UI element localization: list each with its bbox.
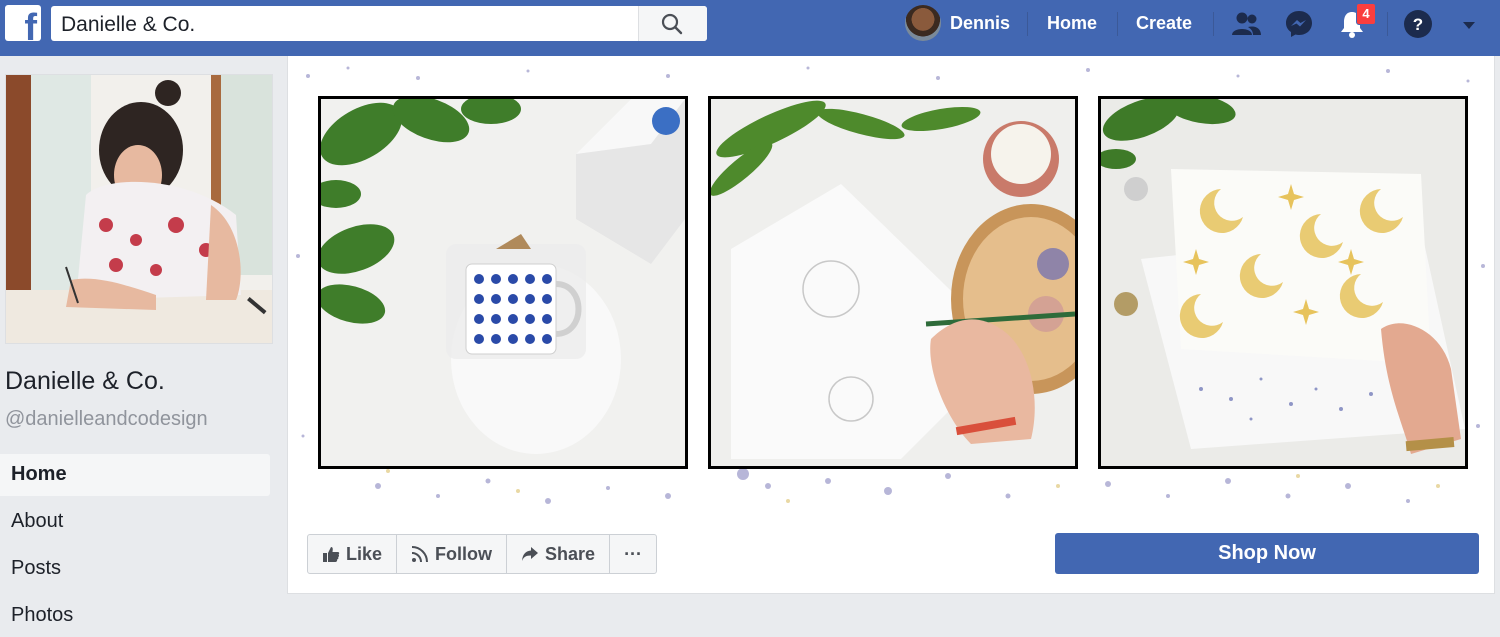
sidebar-item-posts[interactable]: Posts [0,548,270,590]
like-label: Like [346,543,383,564]
facebook-logo-icon[interactable]: f [5,5,41,47]
like-button[interactable]: Like [308,535,398,573]
share-label: Share [545,543,596,564]
profile-picture[interactable] [5,74,273,344]
sidebar-item-label: About [11,510,64,532]
share-button[interactable]: Share [507,535,611,573]
divider [1213,12,1214,36]
rss-follow-icon [411,546,429,563]
search-input[interactable]: Danielle & Co. [61,13,195,37]
sidebar-item-home[interactable]: Home [0,454,270,496]
page-username[interactable]: @danielleandcodesign [5,408,208,431]
search-bar[interactable]: Danielle & Co. [51,6,707,41]
sidebar-item-about[interactable]: About [0,501,270,543]
page-actions-bar: Like Follow Share ··· Shop Now [288,516,1494,593]
action-button-group: Like Follow Share ··· [307,534,658,574]
cover-photo[interactable] [288,56,1494,516]
cover-image-mug [318,96,688,469]
sidebar-item-label: Photos [11,604,74,626]
notifications-badge: 4 [1356,3,1376,25]
messenger-icon[interactable] [1283,8,1315,40]
cover-image-moons [1098,96,1468,469]
create-link[interactable]: Create [1136,13,1192,34]
svg-text:?: ? [1413,15,1423,34]
sidebar-item-label: Home [11,463,67,485]
follow-button[interactable]: Follow [397,535,508,573]
divider [1027,12,1028,36]
divider [1387,12,1388,36]
page-title: Danielle & Co. [5,367,165,395]
shop-now-button[interactable]: Shop Now [1055,533,1479,574]
page-header-card: Like Follow Share ··· Shop Now [287,56,1495,594]
divider [1117,12,1118,36]
user-name[interactable]: Dennis [950,13,1010,34]
help-icon[interactable]: ? [1402,8,1434,40]
more-options-button[interactable]: ··· [610,535,656,573]
share-arrow-icon [522,547,539,561]
top-navigation-bar: f Danielle & Co. Dennis Home Create 4 ? [0,0,1500,56]
follow-label: Follow [435,543,493,564]
search-button[interactable] [638,6,707,41]
more-options-label: ··· [624,543,643,564]
friends-icon[interactable] [1230,8,1262,40]
avatar[interactable] [905,5,941,41]
profile-photo [6,75,272,343]
caret-down-icon[interactable] [1456,12,1482,38]
search-icon [661,13,683,35]
sidebar-item-photos[interactable]: Photos [0,595,270,637]
cover-image-drawing [708,96,1078,469]
sidebar-item-label: Posts [11,557,62,579]
thumbs-up-icon [323,547,340,562]
home-link[interactable]: Home [1047,13,1097,34]
